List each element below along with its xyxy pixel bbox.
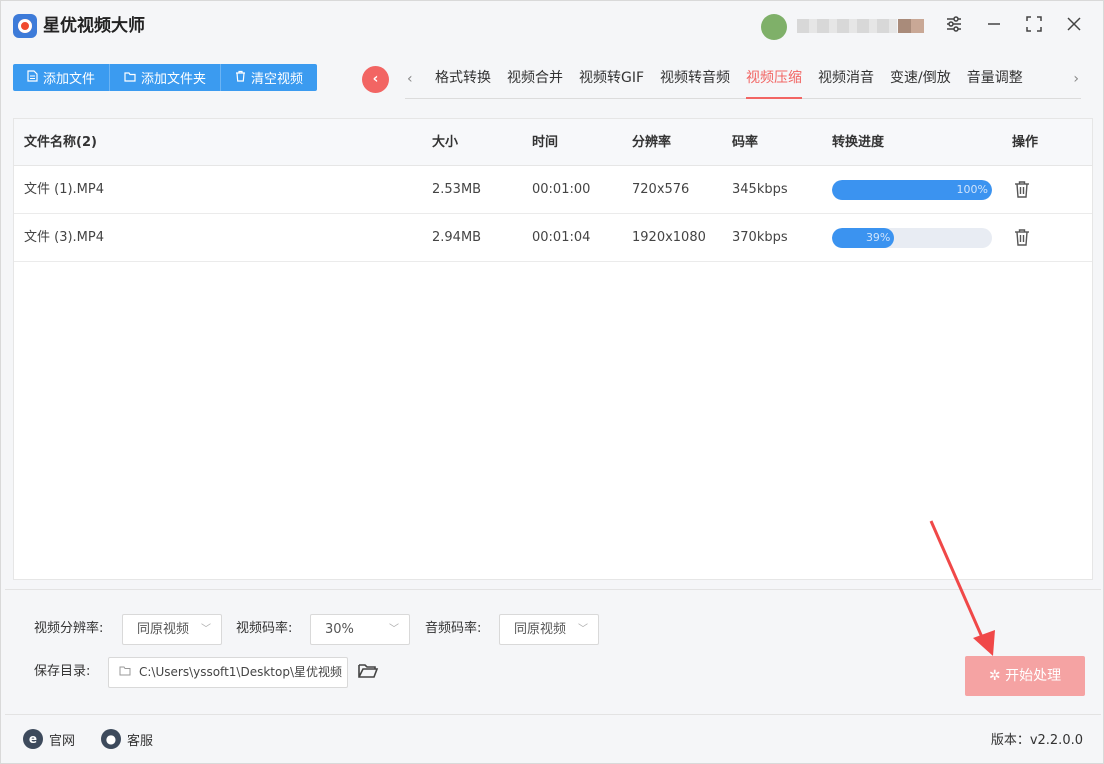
video-resolution-select[interactable]: 同原视频 ﹀ [122, 614, 222, 645]
header-action: 操作 [1012, 135, 1039, 150]
progress-label: 100% [956, 183, 988, 196]
progress-label: 39% [865, 231, 891, 244]
website-link[interactable]: e 官网 [23, 729, 75, 749]
header-name: 文件名称(2) [24, 135, 97, 150]
video-resolution-label: 视频分辨率: [34, 621, 104, 636]
app-logo-icon [13, 14, 37, 38]
browse-folder-icon[interactable] [357, 661, 379, 681]
tab-7[interactable]: 音量调整 [959, 63, 1031, 99]
file-icon [27, 70, 38, 85]
header-size: 大小 [432, 135, 459, 150]
header-progress: 转换进度 [832, 135, 885, 150]
video-bitrate-label: 视频码率: [236, 621, 293, 636]
tab-3[interactable]: 视频转音频 [652, 63, 738, 99]
file-name: 文件 (3).MP4 [24, 230, 105, 245]
chevron-down-icon: ﹀ [578, 624, 588, 635]
tabs-scroll-right-icon[interactable]: › [1073, 71, 1079, 87]
file-size: 2.53MB [432, 182, 482, 197]
maximize-icon[interactable] [1023, 15, 1045, 37]
add-folder-label: 添加文件夹 [141, 72, 207, 87]
tab-6[interactable]: 变速/倒放 [882, 63, 959, 99]
audio-bitrate-label: 音频码率: [425, 621, 482, 636]
file-duration: 00:01:00 [532, 182, 591, 197]
file-resolution: 1920x1080 [632, 230, 706, 245]
table-row[interactable]: 文件 (3).MP4 2.94MB 00:01:04 1920x1080 370… [14, 214, 1092, 262]
file-table: 文件名称(2) 大小 时间 分辨率 码率 转换进度 操作 文件 (1).MP4 … [13, 118, 1093, 580]
footer-bar: e 官网 ● 客服 版本：v2.2.0.0 [5, 714, 1101, 762]
table-header: 文件名称(2) 大小 时间 分辨率 码率 转换进度 操作 [14, 119, 1092, 166]
save-dir-input[interactable]: C:\Users\yssoft1\Desktop\星优视频 [108, 657, 348, 688]
file-toolbar: 添加文件 添加文件夹 清空视频 [13, 64, 318, 91]
minimize-icon[interactable] [983, 15, 1005, 37]
file-size: 2.94MB [432, 230, 482, 245]
settings-sliders-icon[interactable] [943, 15, 965, 37]
audio-bitrate-value: 同原视频 [514, 622, 567, 637]
audio-bitrate-select[interactable]: 同原视频 ﹀ [499, 614, 599, 645]
start-processing-label: 开始处理 [1005, 668, 1062, 684]
browser-e-icon: e [23, 729, 43, 749]
title-bar: 星优视频大师 [1, 1, 1103, 53]
file-bitrate: 370kbps [732, 230, 788, 245]
support-link[interactable]: ● 客服 [101, 729, 153, 749]
tab-0[interactable]: 格式转换 [427, 63, 499, 99]
clear-videos-label: 清空视频 [251, 72, 304, 87]
tab-list: 格式转换 视频合并 视频转GIF 视频转音频 视频压缩 视频消音 变速/倒放 音量调整 [427, 63, 1031, 99]
delete-row-icon[interactable] [1014, 180, 1030, 198]
chat-bubble-icon: ● [101, 729, 121, 749]
progress-bar: 100% [832, 180, 992, 200]
folder-outline-icon [119, 658, 131, 687]
username-redacted-tail [898, 19, 924, 33]
add-folder-button[interactable]: 添加文件夹 [110, 64, 222, 91]
save-dir-value: C:\Users\yssoft1\Desktop\星优视频 [139, 665, 342, 679]
trash-icon [235, 70, 246, 85]
version-text: 版本：v2.2.0.0 [990, 733, 1083, 748]
tab-2[interactable]: 视频转GIF [571, 63, 652, 99]
loading-spinner-icon: ✲ [988, 668, 1001, 684]
file-name: 文件 (1).MP4 [24, 182, 105, 197]
close-icon[interactable] [1063, 15, 1085, 37]
website-label: 官网 [49, 733, 76, 749]
tab-1[interactable]: 视频合并 [499, 63, 571, 99]
function-tabs: ‹ 格式转换 视频合并 视频转GIF 视频转音频 视频压缩 视频消音 变速/倒放 音量调整 › [405, 63, 1081, 99]
header-resolution: 分辨率 [632, 135, 672, 150]
file-duration: 00:01:04 [532, 230, 591, 245]
user-avatar[interactable] [761, 14, 787, 40]
tabs-scroll-left-icon[interactable]: ‹ [407, 71, 413, 87]
tab-4[interactable]: 视频压缩 [738, 63, 810, 99]
header-time: 时间 [532, 135, 559, 150]
chevron-down-icon: ﹀ [389, 624, 399, 635]
tab-5[interactable]: 视频消音 [810, 63, 882, 99]
chevron-down-icon: ﹀ [201, 624, 211, 635]
header-bitrate: 码率 [732, 135, 759, 150]
support-label: 客服 [127, 733, 154, 749]
folder-icon [124, 71, 136, 85]
app-title: 星优视频大师 [43, 16, 145, 36]
file-resolution: 720x576 [632, 182, 690, 197]
table-row[interactable]: 文件 (1).MP4 2.53MB 00:01:00 720x576 345kb… [14, 166, 1092, 214]
progress-bar: 39% [832, 228, 992, 248]
delete-row-icon[interactable] [1014, 228, 1030, 246]
clear-videos-button[interactable]: 清空视频 [221, 64, 318, 91]
annotation-arrow-icon [929, 520, 995, 656]
add-file-label: 添加文件 [43, 72, 96, 87]
video-resolution-value: 同原视频 [137, 622, 190, 637]
video-bitrate-select[interactable]: 30% ﹀ [310, 614, 410, 645]
app-window: 星优视频大师 添加文件 添加文件夹 清空视频 ‹ ‹ 格式转换 视频合并 视频转… [0, 0, 1104, 764]
add-file-button[interactable]: 添加文件 [13, 64, 111, 91]
collapse-back-button[interactable]: ‹ [362, 66, 389, 93]
save-dir-label: 保存目录: [34, 664, 91, 679]
username-redacted [797, 19, 897, 33]
file-bitrate: 345kbps [732, 182, 788, 197]
video-bitrate-value: 30% [325, 622, 354, 637]
